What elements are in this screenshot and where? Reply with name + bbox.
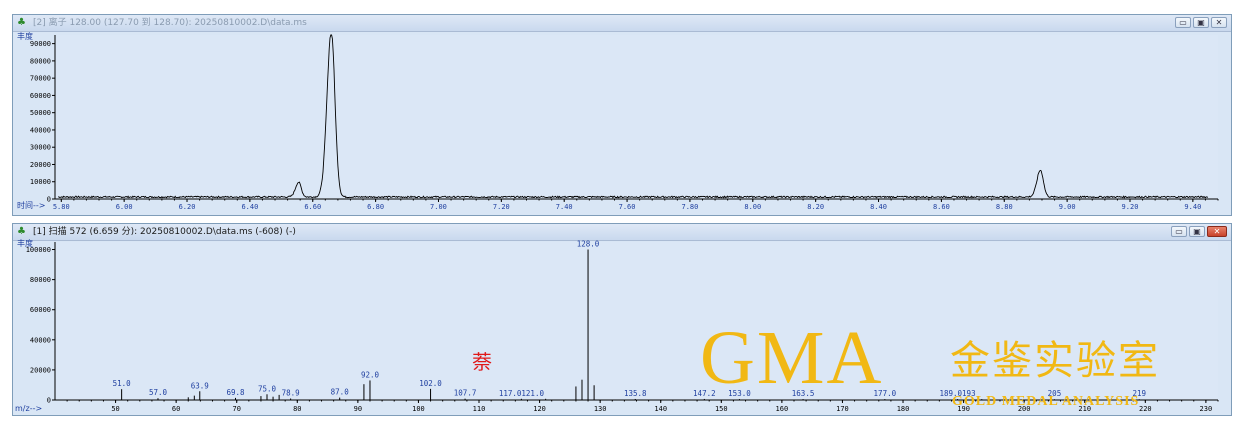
peak-label: 107.7 [454, 389, 477, 398]
x-axis-label: m/z--> [15, 404, 42, 413]
x-tick-label: 180 [897, 405, 910, 413]
chromatogram-plot[interactable]: 丰度时间-->010000200003000040000500006000070… [13, 15, 1231, 215]
x-tick-label: 6.80 [367, 203, 384, 211]
x-tick-label: 220 [1139, 405, 1152, 413]
y-tick-label: 80000 [30, 276, 51, 284]
x-tick-label: 160 [776, 405, 789, 413]
x-tick-label: 60 [172, 405, 180, 413]
x-tick-label: 6.60 [304, 203, 321, 211]
y-tick-label: 40000 [30, 126, 51, 134]
watermark-english-text: GOLD MEDAL ANALYSIS [952, 394, 1140, 409]
x-tick-label: 120 [533, 405, 546, 413]
peak-label: 117.0121.0 [499, 389, 545, 398]
y-tick-label: 10000 [30, 178, 51, 186]
x-tick-label: 150 [715, 405, 728, 413]
y-tick-label: 50000 [30, 109, 51, 117]
peak-label: 102.0 [419, 379, 442, 388]
x-tick-label: 9.20 [1122, 203, 1139, 211]
x-tick-label: 8.00 [744, 203, 761, 211]
y-tick-label: 60000 [30, 306, 51, 314]
peak-label: 128.0 [577, 240, 600, 249]
x-tick-label: 170 [836, 405, 849, 413]
x-tick-label: 7.20 [493, 203, 510, 211]
x-tick-label: 7.00 [430, 203, 447, 211]
x-axis-label: 时间--> [17, 200, 45, 210]
x-tick-label: 100 [412, 405, 425, 413]
x-tick-label: 90 [354, 405, 362, 413]
x-tick-label: 8.80 [996, 203, 1013, 211]
x-tick-label: 8.20 [807, 203, 824, 211]
y-tick-label: 20000 [30, 161, 51, 169]
peak-label: 57.0 [149, 388, 168, 397]
x-tick-label: 110 [473, 405, 486, 413]
x-tick-label: 140 [654, 405, 667, 413]
x-tick-label: 6.40 [241, 203, 258, 211]
spectrum-window: ♣ [1] 扫描 572 (6.659 分): 20250810002.D\da… [12, 223, 1232, 416]
watermark-chinese-text: 金鉴实验室 [950, 338, 1160, 384]
y-tick-label: 90000 [30, 40, 51, 48]
y-tick-label: 30000 [30, 144, 51, 152]
peak-label: 75.0 [258, 384, 277, 393]
peak-label: 78.9 [282, 388, 300, 397]
peak-label: 135.8 [624, 389, 647, 398]
peak-label: 51.0 [113, 379, 132, 388]
spectrum-plot[interactable]: 丰度m/z-->02000040000600008000010000050 60 7… [13, 224, 1231, 415]
x-tick-label: 7.60 [619, 203, 636, 211]
x-tick-label: 7.80 [682, 203, 699, 211]
y-tick-label: 20000 [30, 366, 51, 374]
x-tick-label: 6.00 [116, 203, 133, 211]
x-tick-label: 9.00 [1059, 203, 1076, 211]
x-tick-label: 7.40 [556, 203, 573, 211]
watermark-logo-text: GMA [700, 316, 884, 400]
x-tick-label: 8.40 [870, 203, 887, 211]
peak-label: 92.0 [361, 370, 380, 379]
peak-label: 69.8 [226, 388, 245, 397]
x-tick-label: 9.40 [1184, 203, 1201, 211]
x-tick-label: 5.80 [53, 203, 70, 211]
y-tick-label: 70000 [30, 75, 51, 83]
x-tick-label: 50 [111, 405, 119, 413]
y-tick-label: 60000 [30, 92, 51, 100]
compound-label: 萘 [472, 350, 492, 374]
x-tick-label: 130 [594, 405, 607, 413]
x-tick-label: 6.20 [179, 203, 196, 211]
y-tick-label: 40000 [30, 336, 51, 344]
peak-label: 87.0 [331, 388, 350, 397]
y-tick-label: 80000 [30, 57, 51, 65]
x-tick-label: 80 [293, 405, 301, 413]
plot-area [55, 35, 1218, 199]
x-tick-label: 8.60 [933, 203, 950, 211]
y-tick-label: 0 [47, 397, 51, 405]
x-tick-label: 230 [1200, 405, 1213, 413]
peak-label: 63.9 [191, 381, 209, 390]
x-tick-label: 70 [233, 405, 241, 413]
y-tick-label: 0 [47, 196, 51, 204]
y-tick-label: 100000 [26, 246, 51, 254]
chromatogram-window: ♣ [2] 离子 128.00 (127.70 到 128.70): 20250… [12, 14, 1232, 216]
